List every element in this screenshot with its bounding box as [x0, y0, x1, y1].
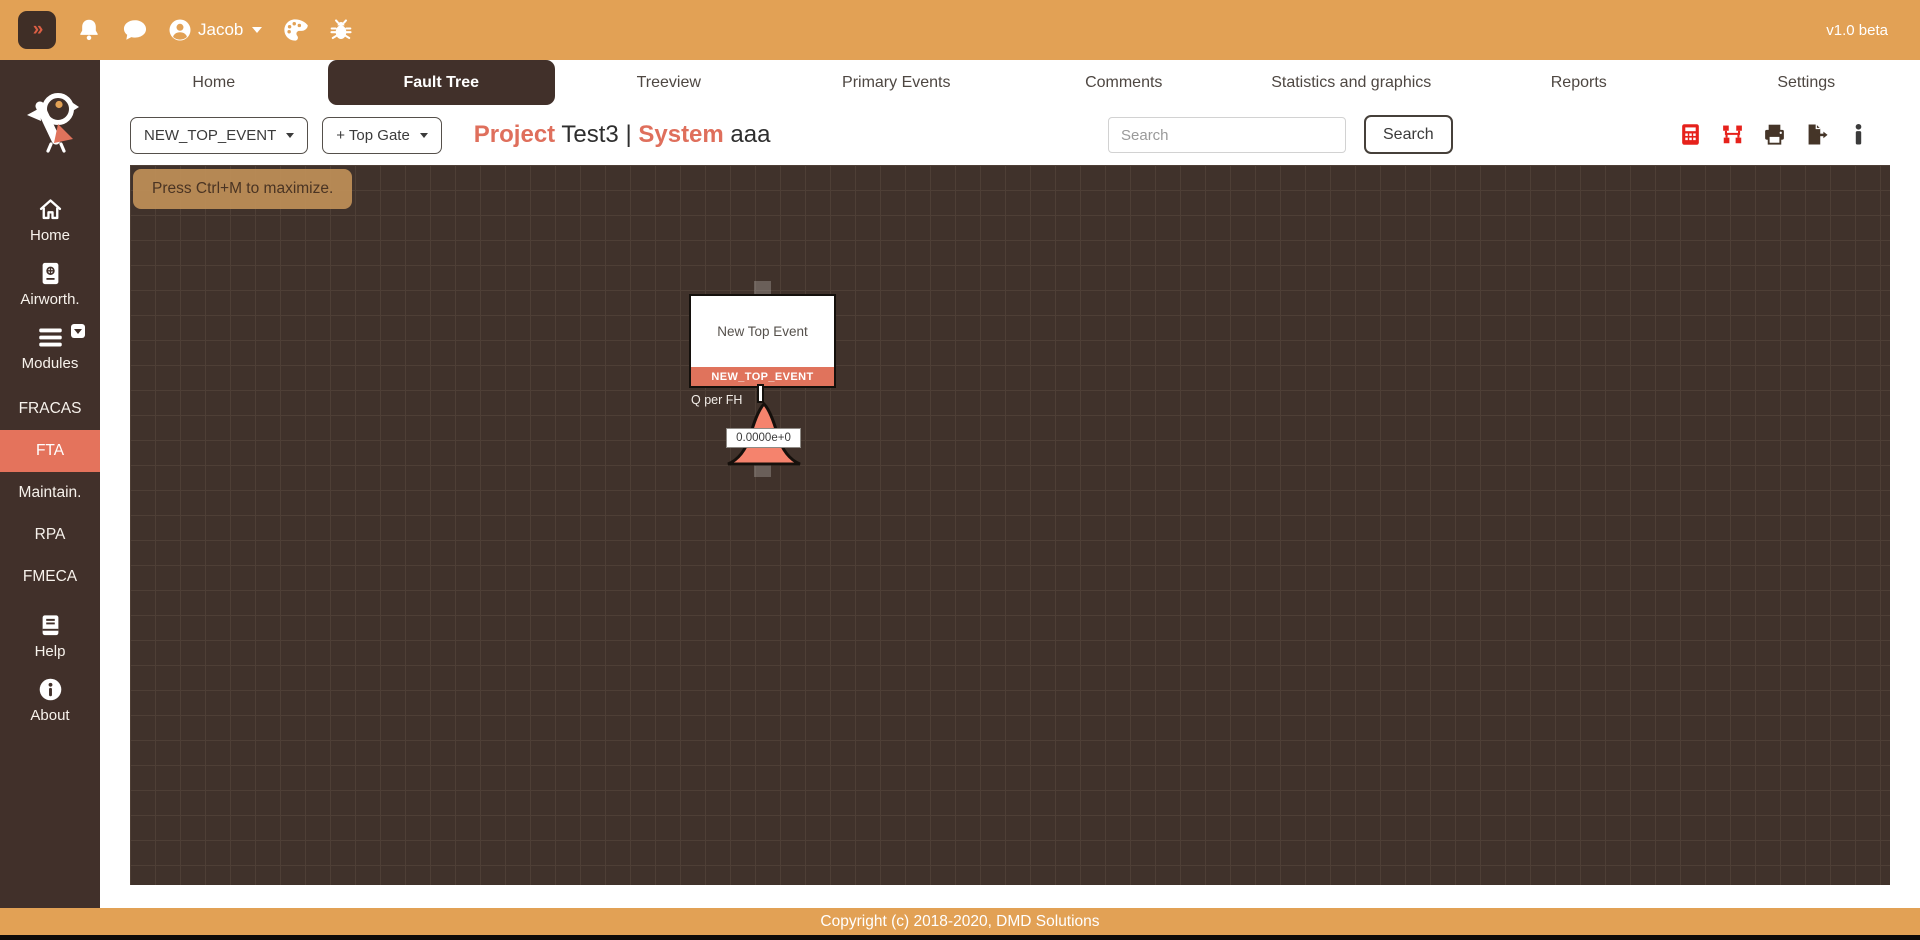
title-separator: | [625, 121, 631, 148]
calculator-icon[interactable] [1678, 122, 1703, 147]
sidebar-item-about[interactable]: About [0, 676, 100, 724]
top-event-dropdown[interactable]: NEW_TOP_EVENT [130, 117, 308, 154]
modules-collapse-icon[interactable] [71, 324, 85, 338]
project-label: Project [474, 121, 555, 148]
sidebar-item-label: Help [35, 643, 66, 660]
book-icon [37, 612, 64, 639]
sidebar-item-label: About [30, 707, 69, 724]
info-circle-icon [37, 676, 64, 703]
user-icon [168, 18, 192, 42]
connector-stub-top [754, 281, 771, 294]
home-icon [37, 196, 64, 223]
search-input[interactable] [1108, 117, 1346, 153]
footer-bar: Copyright (c) 2018-2020, DMD Solutions [0, 908, 1920, 935]
tab-treeview[interactable]: Treeview [555, 60, 783, 105]
project-value: Test3 [561, 121, 618, 148]
tab-reports[interactable]: Reports [1465, 60, 1693, 105]
app-bird-logo [18, 88, 82, 154]
info-icon[interactable] [1846, 122, 1871, 147]
file-export-icon[interactable] [1804, 122, 1829, 147]
sidebar-item-help[interactable]: Help [0, 612, 100, 660]
fault-tree-canvas[interactable]: Press Ctrl+M to maximize. New Top Event … [130, 165, 1890, 885]
theme-palette-icon[interactable] [282, 17, 308, 43]
sidebar-item-rpa[interactable]: RPA [0, 514, 100, 556]
gate-value-chip[interactable]: 0.0000e+0 [726, 428, 801, 448]
sidebar-item-fta[interactable]: FTA [0, 430, 100, 472]
chevron-down-icon [252, 27, 262, 33]
node-title: New Top Event [691, 296, 834, 367]
top-event-node[interactable]: New Top Event NEW_TOP_EVENT [689, 294, 836, 388]
maximize-hint: Press Ctrl+M to maximize. [133, 169, 352, 209]
notifications-bell-icon[interactable] [76, 17, 102, 43]
add-top-gate-label: + Top Gate [336, 127, 410, 144]
tab-home[interactable]: Home [100, 60, 328, 105]
copyright-text: Copyright (c) 2018-2020, DMD Solutions [820, 913, 1099, 931]
system-label: System [638, 121, 723, 148]
sidebar-item-label: Home [30, 227, 70, 244]
bug-report-icon[interactable] [328, 17, 354, 43]
sidebar-item-modules[interactable]: Modules [0, 324, 100, 372]
sidebar-item-label: Modules [22, 355, 79, 372]
app-window: » Jacob [0, 0, 1920, 940]
sidebar-item-fmeca[interactable]: FMECA [0, 556, 100, 598]
user-name: Jacob [198, 20, 243, 40]
tab-fault-tree[interactable]: Fault Tree [328, 60, 556, 105]
tab-primary-events[interactable]: Primary Events [783, 60, 1011, 105]
top-event-dropdown-label: NEW_TOP_EVENT [144, 127, 276, 144]
chevron-down-icon [286, 133, 294, 138]
tab-bar: Home Fault Tree Treeview Primary Events … [100, 60, 1920, 105]
page-title: Project Test3 | System aaa [474, 121, 771, 149]
chevron-down-icon [420, 133, 428, 138]
project-diagram-icon[interactable] [1720, 122, 1745, 147]
sidebar-item-home[interactable]: Home [0, 196, 100, 244]
version-label: v1.0 beta [1826, 22, 1888, 39]
fta-toolbar: NEW_TOP_EVENT + Top Gate Project Test3 |… [100, 105, 1920, 165]
tab-comments[interactable]: Comments [1010, 60, 1238, 105]
tab-statistics-and-graphics[interactable]: Statistics and graphics [1238, 60, 1466, 105]
bars-icon [37, 324, 64, 351]
sidebar-item-airworthiness[interactable]: Airworth. [0, 260, 100, 308]
sidebar: Home Airworth. Modules FRACAS FTA Mainta… [0, 60, 100, 908]
sidebar-item-fracas[interactable]: FRACAS [0, 388, 100, 430]
top-bar: » Jacob [0, 0, 1920, 60]
tab-settings[interactable]: Settings [1693, 60, 1920, 105]
add-top-gate-dropdown[interactable]: + Top Gate [322, 117, 442, 154]
sidebar-item-label: Airworth. [20, 291, 79, 308]
system-value: aaa [730, 121, 770, 148]
bottom-edge-strip [0, 935, 1920, 940]
chat-icon[interactable] [122, 17, 148, 43]
sidebar-item-maintain[interactable]: Maintain. [0, 472, 100, 514]
toolbar-icons [1678, 122, 1871, 147]
search-button[interactable]: Search [1364, 115, 1453, 154]
printer-icon[interactable] [1762, 122, 1787, 147]
user-menu[interactable]: Jacob [168, 18, 262, 42]
passport-icon [37, 260, 64, 287]
sidebar-expand-button[interactable]: » [18, 11, 56, 49]
main-content: Home Fault Tree Treeview Primary Events … [100, 60, 1920, 908]
